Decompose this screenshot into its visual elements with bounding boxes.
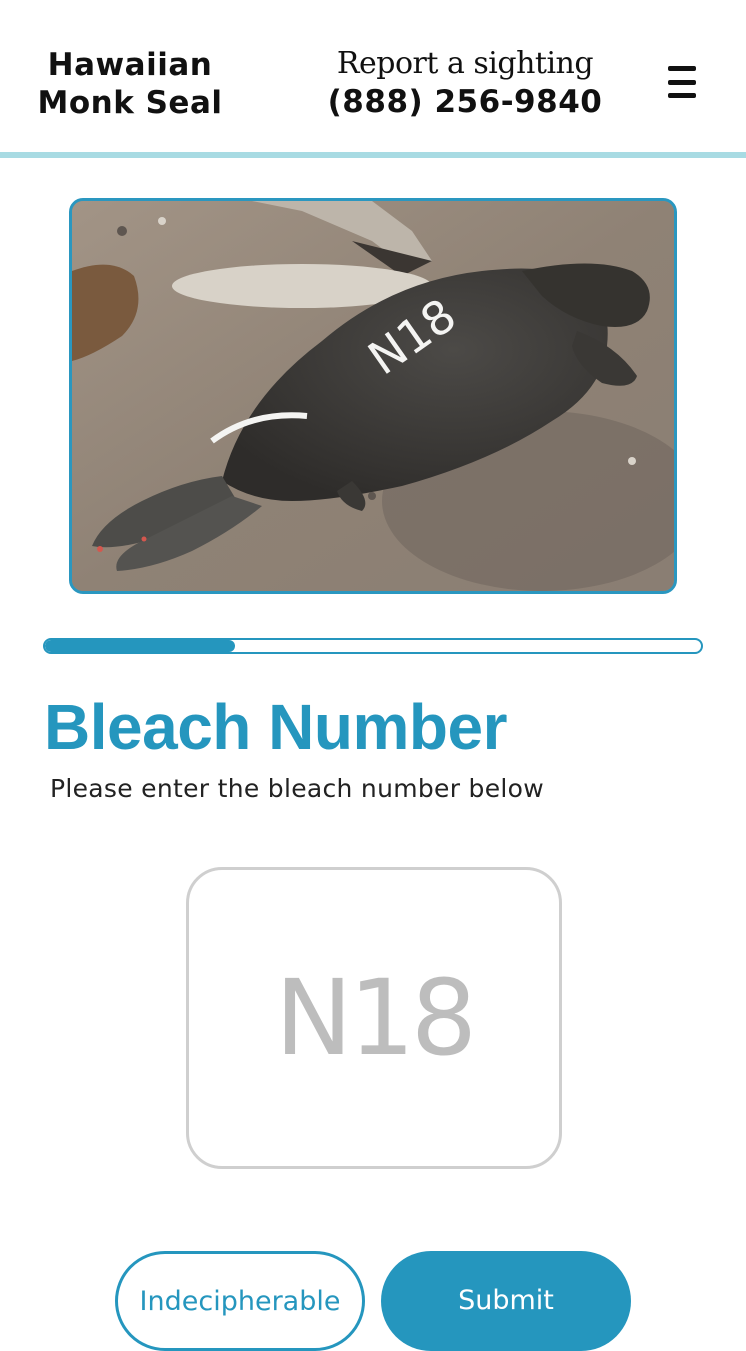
- page-title: Bleach Number: [44, 691, 507, 763]
- brand-line-2: Monk Seal: [37, 85, 223, 121]
- report-sighting[interactable]: Report a sighting (888) 256-9840: [300, 44, 630, 120]
- seal-photo-illustration: N18: [72, 201, 674, 591]
- report-phone-link[interactable]: (888) 256-9840: [300, 84, 630, 120]
- submit-button[interactable]: Submit: [381, 1251, 631, 1351]
- brand-line-1: Hawaiian: [47, 47, 213, 83]
- instructions-text: Please enter the bleach number below: [50, 774, 544, 803]
- report-sighting-label: Report a sighting: [336, 46, 594, 81]
- bleach-number-field[interactable]: [186, 867, 562, 1169]
- seal-photo: N18: [69, 198, 677, 594]
- bleach-number-input[interactable]: [222, 956, 526, 1080]
- header-divider: [0, 152, 746, 158]
- indecipherable-button[interactable]: Indecipherable: [115, 1251, 365, 1351]
- hamburger-menu-icon[interactable]: [662, 66, 702, 98]
- progress-bar: [43, 638, 703, 654]
- progress-fill: [45, 640, 236, 652]
- brand-logo-text[interactable]: Hawaiian Monk Seal: [30, 46, 230, 122]
- app-header: Hawaiian Monk Seal Report a sighting (88…: [0, 0, 746, 152]
